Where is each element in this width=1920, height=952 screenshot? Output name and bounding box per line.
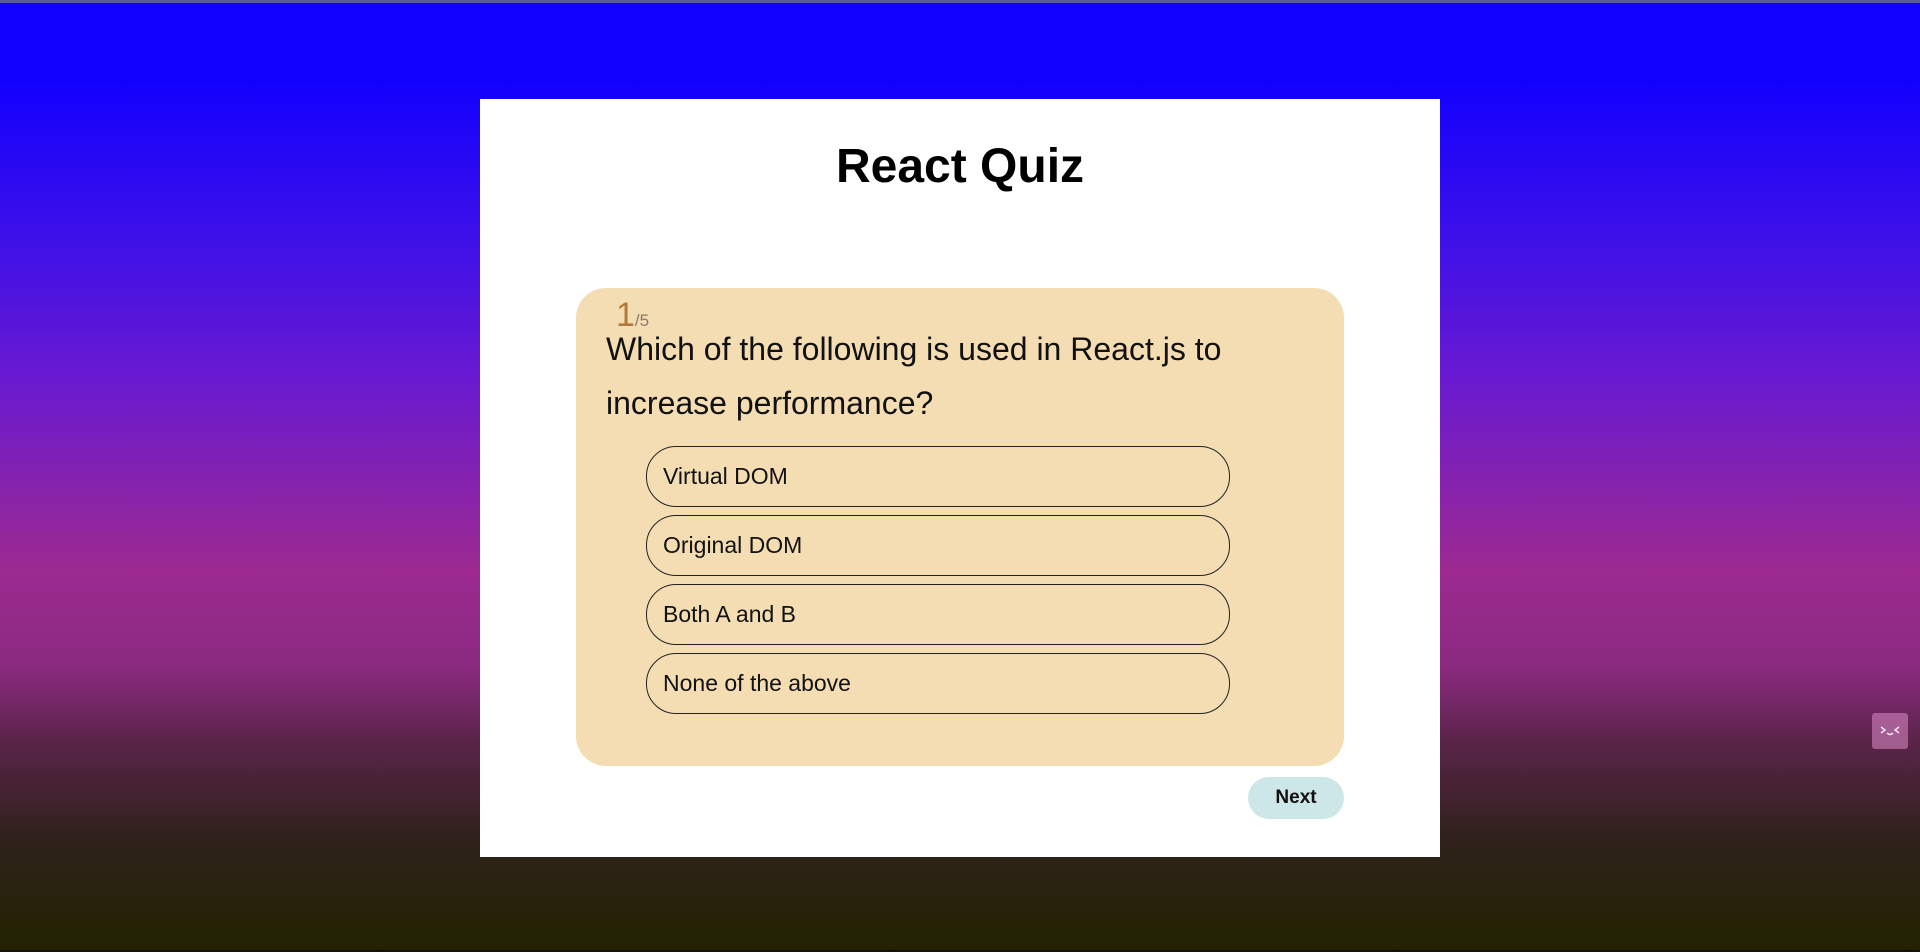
answer-option-d[interactable]: None of the above (646, 653, 1230, 714)
window-top-edge (0, 0, 1920, 3)
next-button[interactable]: Next (1248, 777, 1344, 819)
question-card: 1/5 Which of the following is used in Re… (576, 288, 1344, 766)
quiz-title: React Quiz (835, 140, 1085, 193)
answer-option-c[interactable]: Both A and B (646, 584, 1230, 645)
helper-widget-button[interactable] (1872, 713, 1908, 749)
answer-list: Virtual DOM Original DOM Both A and B No… (646, 446, 1230, 722)
question-text: Which of the following is used in React.… (606, 331, 1222, 421)
answer-option-b[interactable]: Original DOM (646, 515, 1230, 576)
answer-option-a[interactable]: Virtual DOM (646, 446, 1230, 507)
squinting-face-icon (1880, 726, 1900, 736)
quiz-panel: React Quiz 1/5 Which of the following is… (480, 99, 1440, 857)
